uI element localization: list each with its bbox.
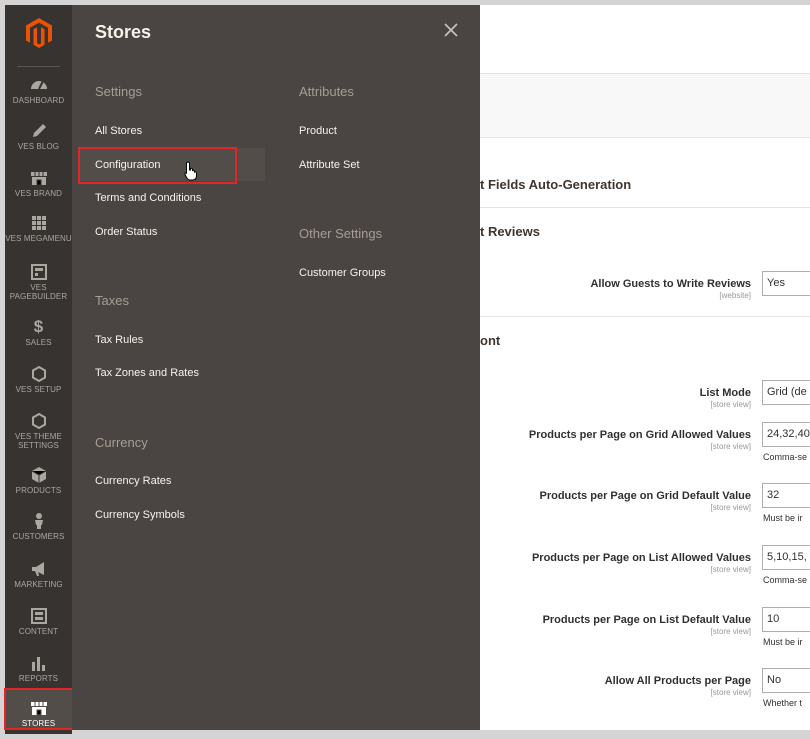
grid-default-value-input[interactable]: 32 [762,483,810,508]
attributes-heading: Attributes [299,84,354,99]
nav-ves-setup-label: VES SETUP [15,385,62,394]
link-product[interactable]: Product [299,125,337,137]
link-order-status[interactable]: Order Status [95,226,157,238]
nav-customers-label: CUSTOMERS [12,532,65,541]
list-default-value-input[interactable]: 10 [762,607,810,632]
nav-ves-megamenu[interactable]: VES MEGAMENU [5,213,72,243]
section-title-reviews[interactable]: t Reviews [480,224,540,239]
cube-icon [5,465,72,485]
link-attribute-set[interactable]: Attribute Set [299,159,360,171]
section-divider [480,207,810,208]
nav-ves-brand-label: VES BRAND [14,189,63,198]
link-all-stores[interactable]: All Stores [95,125,142,137]
configuration-page: t Fields Auto-Generation t Reviews Allow… [480,5,810,730]
field-scope: [website] [719,291,751,300]
field-scope: [store view] [710,565,751,574]
currency-heading: Currency [95,435,148,450]
nav-products[interactable]: PRODUCTS [5,465,72,495]
nav-reports[interactable]: REPORTS [5,653,72,683]
field-scope: [store view] [710,503,751,512]
nav-marketing[interactable]: MARKETING [5,559,72,589]
admin-sidebar: DASHBOARD VES BLOG VES BRAND VES MEGAMEN… [5,5,72,734]
list-mode-select[interactable]: Grid (de [762,380,810,405]
nav-ves-theme-settings[interactable]: VES THEME SETTINGS [5,411,72,450]
nav-ves-theme-settings-label: VES THEME SETTINGS [15,432,62,450]
field-scope: [store view] [710,688,751,697]
section-divider [480,316,810,317]
hexagon-icon [5,411,72,431]
nav-ves-megamenu-label: VES MEGAMENU [5,234,72,243]
store-icon [5,168,72,188]
field-label: Products per Page on Grid Allowed Values [528,429,751,441]
grid-allowed-values-input[interactable]: 24,32,40 [762,422,810,447]
field-scope: [store view] [710,400,751,409]
nav-sales-label: SALES [25,338,52,347]
magento-logo-icon [25,18,52,48]
field-label: Products per Page on List Default Value [542,614,751,626]
stores-highlight-box [4,688,82,730]
page-actions-band [480,73,810,138]
logo-divider [17,66,60,67]
flyout-title: Stores [95,22,152,42]
dashboard-icon [5,75,72,95]
allow-guests-select[interactable]: Yes [762,271,810,296]
allow-all-products-select[interactable]: No [762,668,810,693]
field-note: Must be ir [763,637,803,647]
nav-reports-label: REPORTS [18,674,59,683]
section-title-storefront[interactable]: ont [480,333,500,348]
field-label: Products per Page on List Allowed Values [531,552,751,564]
field-note: Comma-se [763,575,808,585]
link-terms-and-conditions[interactable]: Terms and Conditions [95,192,201,204]
nav-ves-blog-label: VES BLOG [17,142,60,151]
nav-products-label: PRODUCTS [15,486,62,495]
field-note: Comma-se [763,452,808,462]
link-customer-groups[interactable]: Customer Groups [299,267,386,279]
configuration-highlight-box [78,147,237,184]
field-label: List Mode [699,387,751,399]
hexagon-icon [5,364,72,384]
nav-content-label: CONTENT [18,627,59,636]
layout-icon [5,262,72,282]
magento-logo[interactable] [5,5,72,61]
link-tax-zones-and-rates[interactable]: Tax Zones and Rates [95,367,199,379]
nav-customers[interactable]: CUSTOMERS [5,511,72,541]
nav-sales[interactable]: $ SALES [5,317,72,347]
field-note: Whether t [763,698,803,708]
nav-ves-pagebuilder[interactable]: VES PAGEBUILDER [5,262,72,301]
nav-ves-pagebuilder-label: VES PAGEBUILDER [9,283,68,301]
nav-content[interactable]: CONTENT [5,606,72,636]
field-scope: [store view] [710,442,751,451]
other-settings-heading: Other Settings [299,226,383,241]
taxes-heading: Taxes [95,293,129,308]
nav-dashboard-label: DASHBOARD [12,96,65,105]
link-tax-rules[interactable]: Tax Rules [95,334,143,346]
field-label: Allow All Products per Page [604,675,751,687]
field-note: Must be ir [763,513,803,523]
nav-ves-setup[interactable]: VES SETUP [5,364,72,394]
nav-ves-blog[interactable]: VES BLOG [5,121,72,151]
section-title-fields-autogen[interactable]: t Fields Auto-Generation [480,177,631,192]
person-icon [5,511,72,531]
grid-icon [5,213,72,233]
megaphone-icon [5,559,72,579]
close-icon[interactable] [441,20,461,40]
stores-flyout-menu: Stores Settings All Stores Configuration… [72,5,480,730]
field-label: Allow Guests to Write Reviews [590,278,751,290]
content-icon [5,606,72,626]
pencil-icon [5,121,72,141]
field-label: Products per Page on Grid Default Value [539,490,752,502]
dollar-icon: $ [33,317,44,336]
hand-cursor-icon [184,161,198,181]
field-scope: [store view] [710,627,751,636]
nav-ves-brand[interactable]: VES BRAND [5,168,72,198]
link-currency-rates[interactable]: Currency Rates [95,475,171,487]
link-currency-symbols[interactable]: Currency Symbols [95,509,185,521]
settings-heading: Settings [95,84,142,99]
nav-dashboard[interactable]: DASHBOARD [5,75,72,105]
nav-marketing-label: MARKETING [14,580,63,589]
bar-chart-icon [5,653,72,673]
list-allowed-values-input[interactable]: 5,10,15, [762,545,810,570]
